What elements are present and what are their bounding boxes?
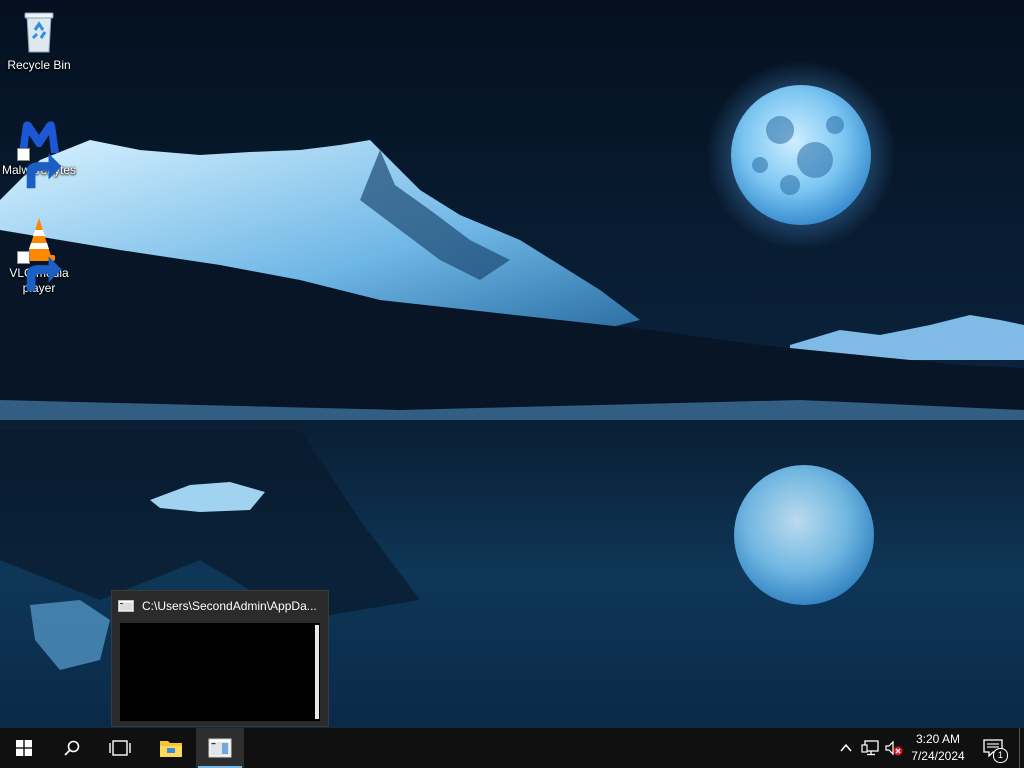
search-button[interactable] [48, 728, 96, 768]
taskbar-terminal-window[interactable] [196, 728, 244, 768]
desktop-icon-recycle-bin[interactable]: Recycle Bin [1, 8, 77, 73]
taskbar: 3:20 AM 7/24/2024 1 [0, 728, 1024, 768]
thumbnail-scrollbar [315, 625, 319, 719]
show-desktop-button[interactable] [1019, 728, 1024, 768]
task-view-icon [109, 740, 131, 756]
terminal-window-icon [118, 600, 134, 612]
task-view-button[interactable] [96, 728, 144, 768]
network-icon[interactable] [861, 740, 879, 756]
volume-muted-icon[interactable] [885, 740, 903, 756]
shortcut-arrow-icon [17, 148, 62, 189]
clock-time[interactable]: 3:20 AM [906, 731, 970, 747]
recycle-bin-icon [24, 12, 54, 53]
thumbnail-title-row: C:\Users\SecondAdmin\AppDa... [118, 598, 324, 614]
chevron-up-icon[interactable] [839, 740, 853, 756]
desktop-icon-malwarebytes[interactable]: Malwarebytes [1, 113, 77, 189]
notification-count-badge: 1 [993, 748, 1008, 763]
shortcut-arrow-icon [17, 251, 62, 292]
taskbar-thumbnail-preview[interactable]: C:\Users\SecondAdmin\AppDa... [111, 590, 329, 727]
clock-date[interactable]: 7/24/2024 [906, 748, 970, 764]
terminal-window-icon [208, 738, 232, 758]
search-icon [64, 740, 80, 756]
desktop-icon-label: Recycle Bin [7, 58, 71, 72]
thumbnail-title: C:\Users\SecondAdmin\AppDa... [142, 599, 317, 613]
thumbnail-window-preview[interactable] [120, 623, 320, 721]
taskbar-file-explorer[interactable] [147, 728, 195, 768]
desktop: Recycle Bin Malwarebytes VLC media playe… [0, 0, 1024, 728]
file-explorer-icon [160, 741, 182, 757]
windows-start-icon [16, 740, 32, 756]
desktop-icon-vlc[interactable]: VLC media player [1, 216, 77, 296]
start-button[interactable] [0, 728, 48, 768]
